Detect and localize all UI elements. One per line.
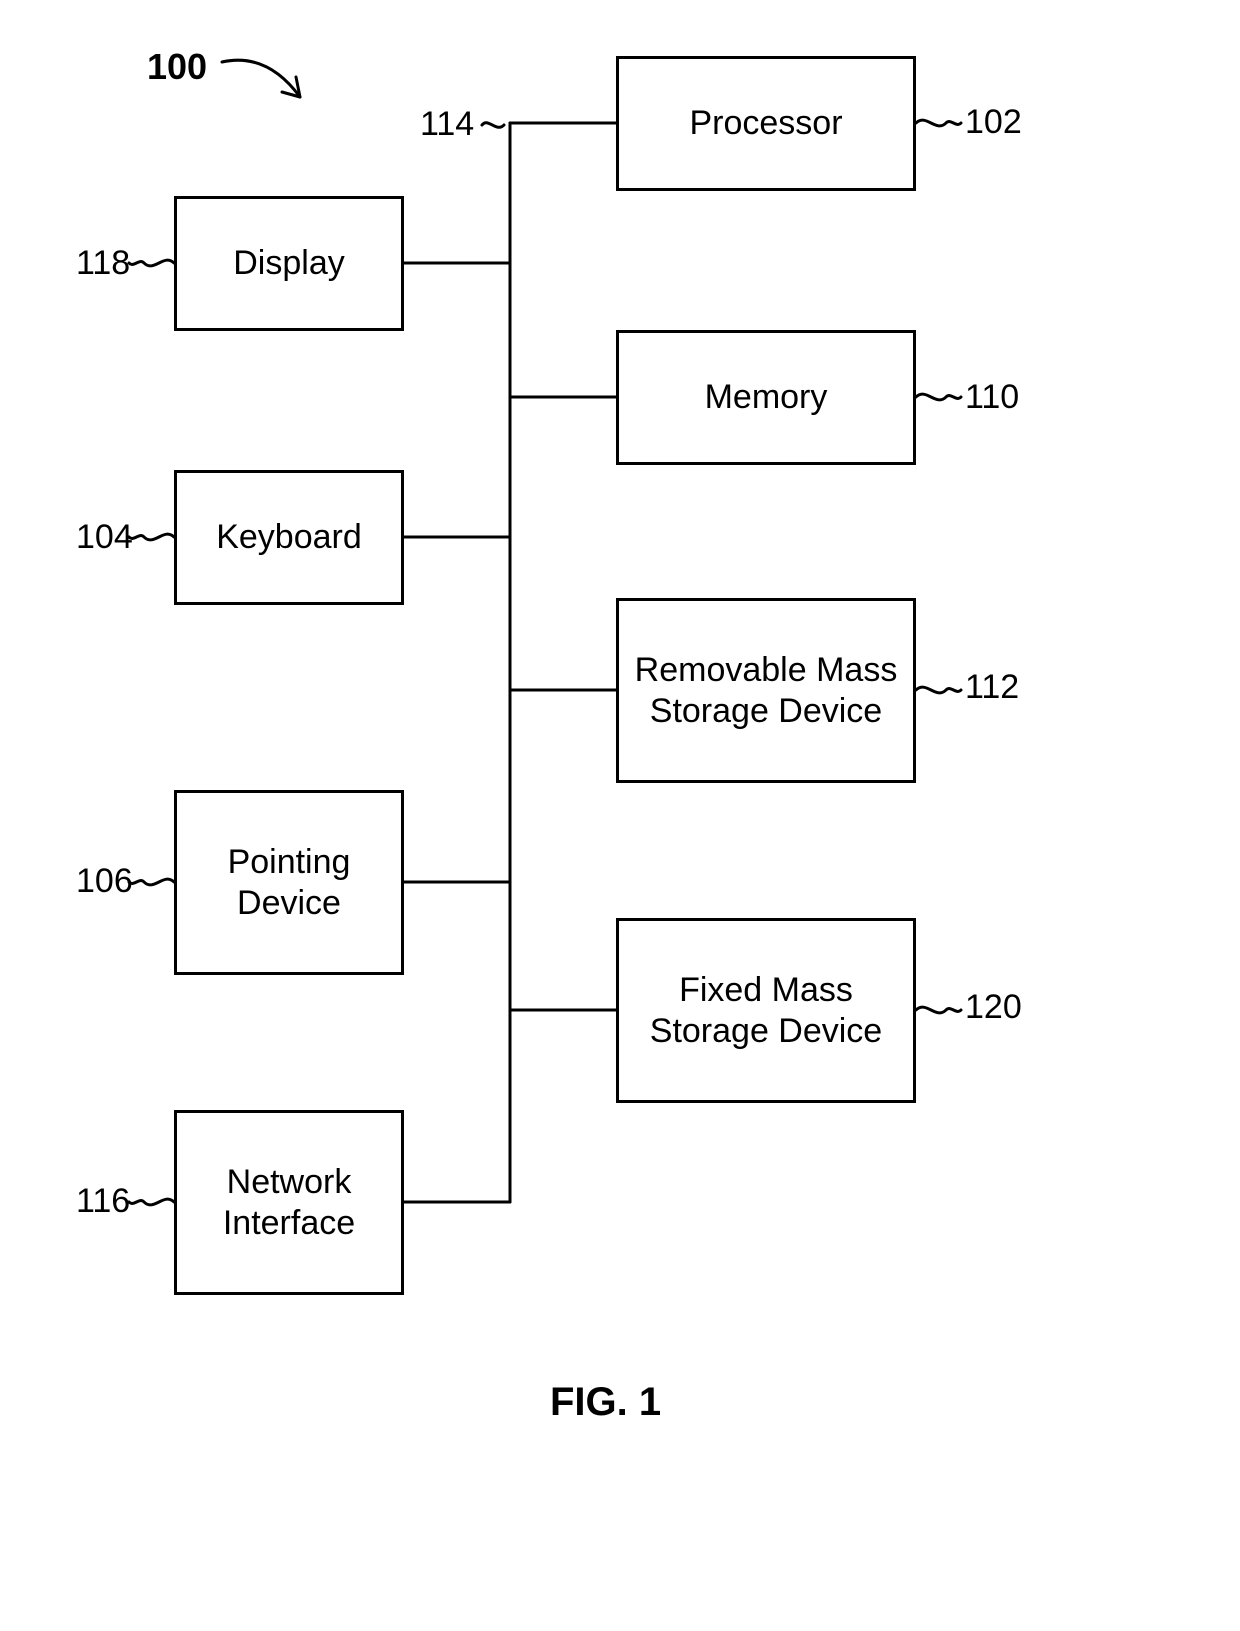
ref-keyboard: 104	[76, 518, 133, 557]
block-memory: Memory	[616, 330, 916, 465]
block-pointing-label: Pointing Device	[183, 842, 395, 924]
ref-display: 118	[76, 244, 130, 283]
block-display: Display	[174, 196, 404, 331]
block-network-label: Network Interface	[183, 1162, 395, 1244]
diagram-canvas: 100 Processor Memory Removable Mass Stor…	[0, 0, 1240, 1631]
ref-memory: 110	[965, 378, 1019, 417]
ref-network: 116	[76, 1182, 130, 1221]
ref-processor: 102	[965, 103, 1022, 142]
block-display-label: Display	[233, 243, 344, 284]
block-keyboard-label: Keyboard	[216, 517, 362, 558]
block-network-interface: Network Interface	[174, 1110, 404, 1295]
block-fixed-mass-storage: Fixed Mass Storage Device	[616, 918, 916, 1103]
block-fixedms-label: Fixed Mass Storage Device	[625, 970, 907, 1052]
ref-bus: 114	[420, 105, 474, 144]
figure-ref-100: 100	[147, 46, 207, 88]
block-removable-mass-storage: Removable Mass Storage Device	[616, 598, 916, 783]
ref-pointing: 106	[76, 862, 133, 901]
block-processor: Processor	[616, 56, 916, 191]
figure-caption: FIG. 1	[550, 1380, 661, 1425]
block-pointing-device: Pointing Device	[174, 790, 404, 975]
ref-removable: 112	[965, 668, 1019, 707]
ref-fixedms: 120	[965, 988, 1022, 1027]
block-processor-label: Processor	[689, 103, 842, 144]
block-memory-label: Memory	[705, 377, 828, 418]
block-keyboard: Keyboard	[174, 470, 404, 605]
block-removable-label: Removable Mass Storage Device	[625, 650, 907, 732]
